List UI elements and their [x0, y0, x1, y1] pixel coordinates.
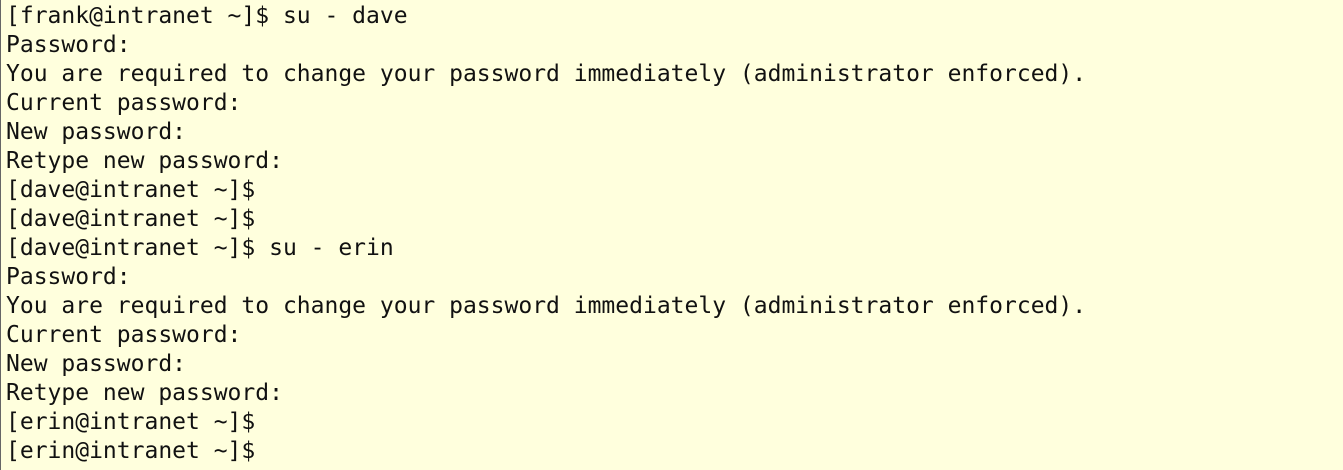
terminal-line-password-prompt: Password: — [6, 264, 131, 290]
terminal-cursor — [255, 439, 267, 462]
terminal-line-dave-prompt: [dave@intranet ~]$ — [6, 177, 256, 203]
terminal-line-password-prompt: Password: — [6, 32, 131, 58]
terminal-active-prompt: [erin@intranet ~]$ — [6, 438, 256, 464]
terminal-line-current-password-prompt: Current password: — [6, 322, 242, 348]
terminal-line-erin-prompt-active[interactable]: [erin@intranet ~]$ — [6, 437, 1343, 466]
terminal-line-new-password-prompt: New password: — [6, 351, 187, 377]
terminal-line-erin-prompt: [erin@intranet ~]$ — [6, 409, 256, 435]
terminal-line-retype-password-prompt: Retype new password: — [6, 380, 283, 406]
terminal-line-dave-prompt: [dave@intranet ~]$ — [6, 206, 256, 232]
terminal-line-su-erin-command: [dave@intranet ~]$ su - erin — [6, 235, 394, 261]
terminal-window[interactable]: [frank@intranet ~]$ su - dave Password: … — [0, 0, 1343, 470]
terminal-line-current-password-prompt: Current password: — [6, 90, 242, 116]
terminal-line-su-dave-command: [frank@intranet ~]$ su - dave — [6, 3, 408, 29]
terminal-line-password-change-notice: You are required to change your password… — [6, 61, 1087, 87]
terminal-line-new-password-prompt: New password: — [6, 119, 187, 145]
terminal-line-retype-password-prompt: Retype new password: — [6, 148, 283, 174]
terminal-line-password-change-notice: You are required to change your password… — [6, 293, 1087, 319]
